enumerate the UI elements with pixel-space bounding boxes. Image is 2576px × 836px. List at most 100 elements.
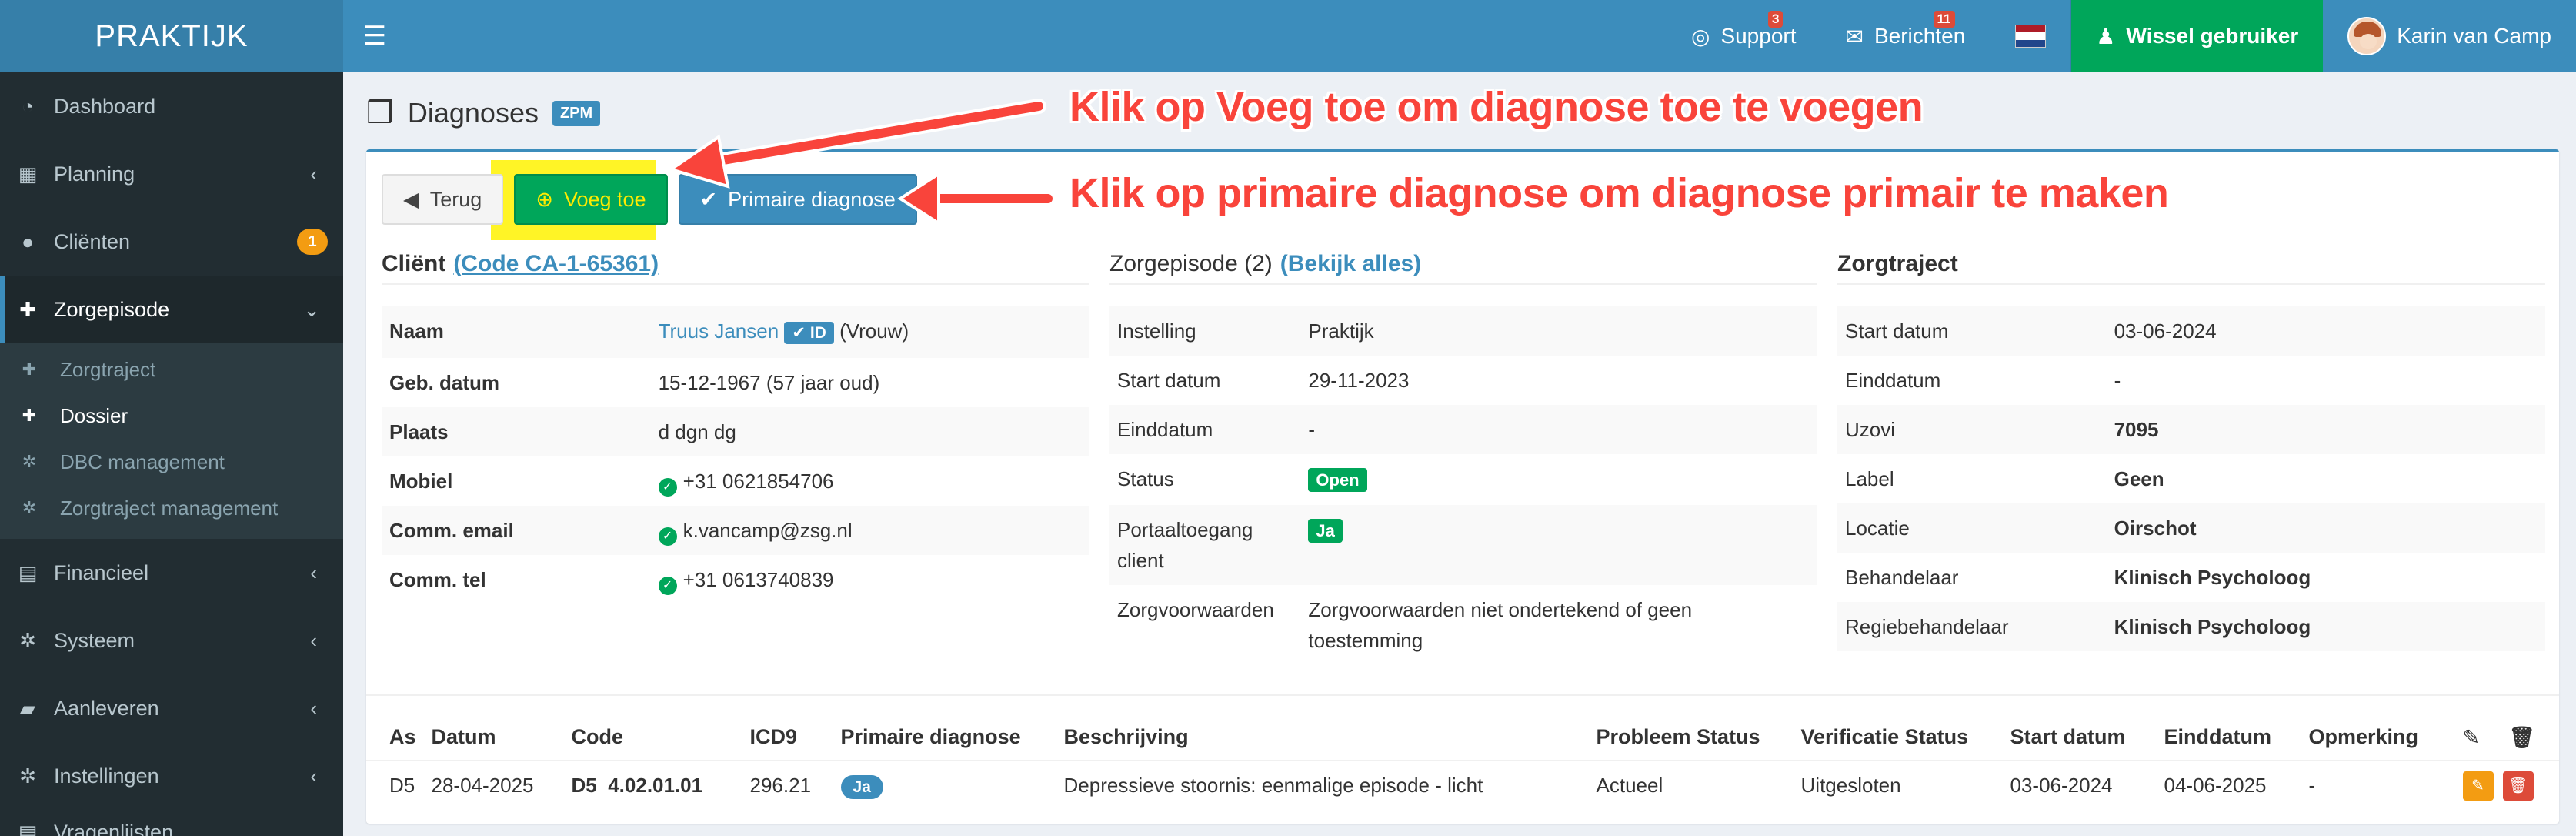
client-code-link[interactable]: (Code CA-1-65361) — [453, 251, 659, 277]
add-button[interactable]: ⊕ Voeg toe — [514, 174, 668, 225]
brand-logo[interactable]: PRAKTIJK — [0, 0, 343, 72]
id-badge[interactable]: ✔ ID — [784, 322, 834, 344]
zpm-label: ZPM — [552, 100, 601, 126]
navbar-right: ◎ Support 3 ✉ Berichten 11 ♟ Wissel gebr… — [1667, 0, 2576, 72]
sidebar-item-instellingen[interactable]: ✲ Instellingen ‹ — [0, 742, 343, 810]
table-row: Status Open — [1109, 454, 1817, 505]
sidebar-item-label: Zorgepisode — [54, 297, 170, 321]
cogs-icon: ✲ — [19, 628, 36, 652]
sidebar-item-label: Financieel — [54, 560, 149, 584]
sidebar-item-systeem[interactable]: ✲ Systeem ‹ — [0, 607, 343, 674]
field-label: Einddatum — [1845, 369, 1941, 392]
edit-button[interactable]: ✎ — [2462, 771, 2494, 801]
language-selector[interactable] — [1990, 0, 2072, 72]
switch-user-button[interactable]: ♟ Wissel gebruiker — [2071, 0, 2324, 72]
chevron-left-icon: ‹ — [310, 628, 317, 652]
table-row: Start datum 03-06-2024 — [1837, 306, 2545, 356]
medkit-icon: ✚ — [19, 297, 36, 321]
sidebar-item-label: Zorgtraject — [60, 357, 156, 381]
sidebar-item-aanleveren[interactable]: ▰ Aanleveren ‹ — [0, 674, 343, 742]
field-label: Regiebehandelaar — [1837, 602, 2107, 651]
chevron-left-icon: ‹ — [310, 696, 317, 720]
field-label: Label — [1845, 467, 1894, 490]
status-badge: Open — [1308, 468, 1367, 492]
cog-icon: ✲ — [22, 498, 37, 517]
table-row: Uzovi 7095 — [1837, 405, 2545, 454]
diagnoses-table-section: As Datum Code ICD9 Primaire diagnose Bes… — [366, 694, 2559, 810]
field-value: Klinisch Psycholoog — [2114, 566, 2311, 589]
table-row: Plaats d dgn dg — [382, 407, 1089, 456]
mobile-value: +31 0621854706 — [682, 470, 834, 493]
field-label: Comm. tel — [382, 555, 651, 604]
field-value: - — [2114, 369, 2121, 392]
view-all-link[interactable]: (Bekijk alles) — [1280, 251, 1421, 277]
field-label: Uzovi — [1837, 405, 2107, 454]
field-value: d dgn dg — [650, 407, 1089, 456]
sidebar-item-label: Systeem — [54, 628, 135, 652]
switch-user-label: Wissel gebruiker — [2126, 24, 2299, 48]
id-badge-label: ID — [809, 324, 826, 342]
cell-verification-status: Uitgesloten — [1800, 774, 1901, 797]
menu-toggle-icon[interactable]: ☰ — [343, 0, 406, 72]
messages-link[interactable]: ✉ Berichten 11 — [1821, 0, 1990, 72]
portal-badge: Ja — [1308, 519, 1343, 543]
table-row: Naam Truus Jansen ✔ ID (Vrouw) — [382, 306, 1089, 358]
table-row: Behandelaar Klinisch Psycholoog — [1837, 553, 2545, 602]
field-value: 15-12-1967 (57 jaar oud) — [658, 371, 880, 394]
traject-panel: Zorgtraject Start datum 03-06-2024 Eindd… — [1837, 245, 2545, 651]
user-icon: ● — [22, 229, 34, 253]
sidebar-item-vragenlijsten[interactable]: ▤ Vragenlijsten — [0, 810, 343, 836]
sidebar-item-planning[interactable]: ▦ Planning ‹ — [0, 140, 343, 208]
primary-diagnosis-button[interactable]: ✔ Primaire diagnose — [678, 174, 917, 225]
field-label: Status — [1117, 467, 1174, 490]
chevron-left-icon: ‹ — [310, 764, 317, 788]
support-label: Support — [1720, 24, 1797, 48]
field-value: Ja — [1300, 505, 1817, 585]
support-link[interactable]: ◎ Support 3 — [1667, 0, 1821, 72]
client-gender: (Vrouw) — [839, 319, 909, 343]
trash-icon: 🗑 — [2508, 725, 2535, 749]
clients-badge: 1 — [297, 229, 328, 255]
field-value: - — [1300, 405, 1817, 454]
chevron-left-icon: ‹ — [310, 162, 317, 186]
sidebar-item-dashboard[interactable]: ◔ Dashboard — [0, 72, 343, 140]
table-row: Instelling Praktijk — [1109, 306, 1817, 356]
sidebar-item-financieel[interactable]: ▤ Financieel ‹ — [0, 539, 343, 607]
client-name-link[interactable]: Truus Jansen — [659, 319, 779, 343]
user-menu[interactable]: Karin van Camp — [2323, 0, 2576, 72]
field-value: Open — [1300, 454, 1817, 505]
field-label: Locatie — [1837, 503, 2107, 553]
sidebar-subitem-dbc[interactable]: ✲ DBC management — [0, 439, 343, 485]
truck-icon: ▰ — [20, 696, 35, 720]
client-title-text: Cliënt — [382, 251, 446, 276]
sidebar-subitem-dossier[interactable]: ✚ Dossier — [0, 393, 343, 439]
delete-button[interactable]: 🗑 — [2502, 771, 2534, 801]
sidebar-item-clients[interactable]: ● Cliënten 1 — [0, 208, 343, 276]
cell-code: D5_4.02.01.01 — [571, 774, 703, 797]
episode-title: Zorgepisode (2) (Bekijk alles) — [1109, 245, 1817, 285]
field-value: ✓ +31 0621854706 — [651, 456, 1089, 506]
table-row[interactable]: D5 28-04-2025 D5_4.02.01.01 296.21 Ja De… — [366, 761, 2559, 810]
sidebar-item-label: Dashboard — [54, 94, 156, 118]
cog-icon: ✲ — [22, 452, 37, 471]
sidebar-item-label: Planning — [54, 162, 135, 186]
cell-as: D5 — [389, 774, 415, 797]
field-value: 29-11-2023 — [1308, 369, 1410, 392]
chevron-down-icon: ⌄ — [303, 297, 320, 321]
table-row: Start datum 29-11-2023 — [1109, 356, 1817, 405]
dutch-flag-icon — [2015, 25, 2047, 48]
sidebar-subitem-zorgtraject[interactable]: ✚ Zorgtraject — [0, 346, 343, 393]
episode-info-table: Instelling Praktijk Start datum 29-11-20… — [1109, 306, 1817, 665]
sidebar-item-zorgepisode[interactable]: ✚ Zorgepisode ⌄ — [0, 276, 343, 343]
cell-remark: - — [2308, 774, 2316, 797]
table-row: Einddatum - — [1837, 356, 2545, 405]
field-value: Oirschot — [2106, 503, 2545, 553]
annotation-add: Klik op Voeg toe om diagnose toe te voeg… — [1069, 84, 1924, 130]
cubes-icon: ❒ — [366, 96, 394, 130]
field-value: 7095 — [2106, 405, 2545, 454]
sidebar-subitem-zorgtraject-management[interactable]: ✲ Zorgtraject management — [0, 485, 343, 531]
table-row: Comm. email ✓ k.vancamp@zsg.nl — [382, 506, 1089, 555]
check-circle-icon: ✓ — [658, 577, 677, 595]
user-name: Karin van Camp — [2397, 24, 2551, 48]
back-button[interactable]: ◀ Terug — [382, 174, 504, 225]
